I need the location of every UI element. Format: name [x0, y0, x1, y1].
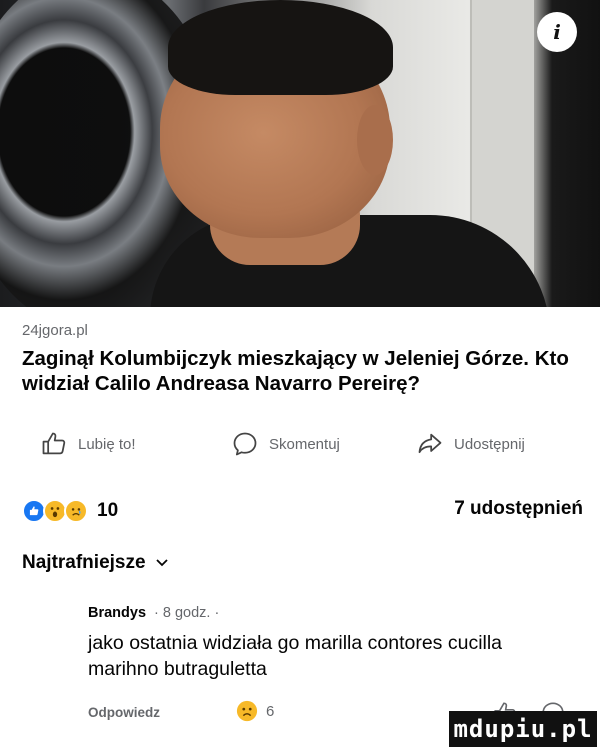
watermark-logo: mdupiu.pl	[449, 711, 597, 747]
link-source[interactable]: 24jgora.pl	[22, 322, 88, 339]
reaction-summary[interactable]: 10	[22, 499, 118, 523]
post-photo[interactable]	[0, 0, 600, 307]
sad-icon	[64, 499, 88, 523]
photo-ear-shape	[357, 105, 393, 175]
comment-label: Skomentuj	[269, 435, 340, 453]
link-headline[interactable]: Zaginął Kolumbijczyk mieszkający w Jelen…	[22, 346, 587, 396]
reaction-count: 10	[97, 500, 119, 521]
comment-sort-label: Najtrafniejsze	[22, 552, 146, 573]
comment-button[interactable]: Skomentuj	[231, 430, 340, 458]
share-button[interactable]: Udostępnij	[416, 430, 525, 458]
comment-reaction-summary[interactable]: 6	[236, 700, 274, 722]
comment-sort-dropdown[interactable]: Najtrafniejsze	[22, 552, 168, 574]
comment-text: jako ostatnia widziała go marilla contor…	[88, 632, 503, 680]
sad-icon	[236, 700, 258, 722]
like-label: Lubię to!	[78, 435, 136, 453]
photo-hair-shape	[168, 0, 393, 95]
share-count[interactable]: 7 udostępnień	[454, 498, 583, 520]
comment-author[interactable]: Brandys	[88, 605, 146, 621]
comment-time: · 8 godz. ·	[154, 605, 220, 621]
comment-reaction-count: 6	[266, 702, 275, 720]
share-label: Udostępnij	[454, 435, 525, 453]
post-action-bar: Lubię to! Skomentuj Udostępnij	[0, 430, 600, 464]
share-arrow-icon	[418, 433, 442, 454]
like-button[interactable]: Lubię to!	[40, 430, 136, 458]
comment-bubble-icon	[233, 432, 257, 456]
thumbs-up-icon	[42, 432, 66, 455]
chevron-down-icon	[155, 559, 168, 567]
info-icon[interactable]: i	[537, 12, 577, 52]
reply-button[interactable]: Odpowiedz	[88, 705, 160, 720]
